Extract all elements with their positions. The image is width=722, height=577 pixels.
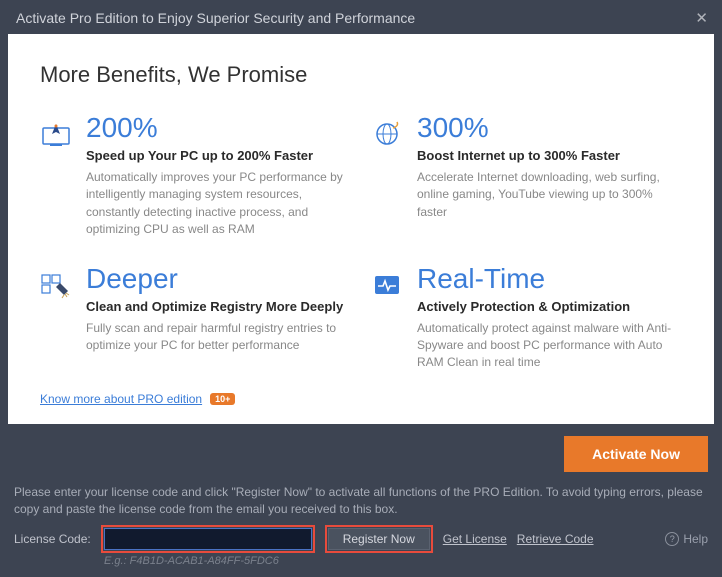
benefit-content: 200% Speed up Your PC up to 200% Faster … <box>86 114 351 239</box>
license-code-input[interactable] <box>104 528 312 550</box>
benefit-desc: Automatically improves your PC performan… <box>86 169 351 239</box>
benefit-sub: Speed up Your PC up to 200% Faster <box>86 148 351 163</box>
close-icon[interactable]: ✕ <box>695 11 708 26</box>
know-more-link[interactable]: Know more about PRO edition <box>40 392 202 406</box>
benefit-internet: 300% Boost Internet up to 300% Faster Ac… <box>371 114 682 239</box>
license-section: Please enter your license code and click… <box>0 484 722 577</box>
globe-icon <box>371 120 405 148</box>
license-label: License Code: <box>14 532 91 546</box>
benefit-desc: Fully scan and repair harmful registry e… <box>86 320 351 355</box>
benefit-sub: Actively Protection & Optimization <box>417 299 682 314</box>
help-label: Help <box>683 532 708 546</box>
get-license-link[interactable]: Get License <box>443 532 507 546</box>
license-example: E.g.: F4B1D-ACAB1-A84FF-5FDC6 <box>104 555 708 567</box>
benefit-sub: Boost Internet up to 300% Faster <box>417 148 682 163</box>
license-input-highlight <box>101 525 315 553</box>
know-more-badge: 10+ <box>210 393 235 405</box>
benefit-deeper: Deeper Clean and Optimize Registry More … <box>40 265 351 372</box>
benefit-content: Real-Time Actively Protection & Optimiza… <box>417 265 682 372</box>
title-bar: Activate Pro Edition to Enjoy Superior S… <box>0 0 722 34</box>
activate-now-button[interactable]: Activate Now <box>564 436 708 472</box>
rocket-icon <box>40 120 74 148</box>
help-icon: ? <box>665 532 679 546</box>
license-instruction: Please enter your license code and click… <box>14 484 708 518</box>
license-row: License Code: Register Now Get License R… <box>14 525 708 553</box>
window-title: Activate Pro Edition to Enjoy Superior S… <box>16 10 415 26</box>
activation-window: Activate Pro Edition to Enjoy Superior S… <box>0 0 722 558</box>
benefit-content: Deeper Clean and Optimize Registry More … <box>86 265 351 372</box>
monitor-pulse-icon <box>371 271 405 299</box>
benefits-grid: 200% Speed up Your PC up to 200% Faster … <box>40 114 682 372</box>
benefit-content: 300% Boost Internet up to 300% Faster Ac… <box>417 114 682 239</box>
registry-clean-icon <box>40 271 74 299</box>
know-more-row: Know more about PRO edition 10+ <box>40 372 682 406</box>
benefit-sub: Clean and Optimize Registry More Deeply <box>86 299 351 314</box>
help-link[interactable]: ? Help <box>665 532 708 546</box>
activate-row: Activate Now <box>0 424 722 484</box>
register-now-button[interactable]: Register Now <box>328 528 430 550</box>
benefit-stat: 300% <box>417 114 682 142</box>
benefit-stat: Real-Time <box>417 265 682 293</box>
retrieve-code-link[interactable]: Retrieve Code <box>517 532 594 546</box>
register-button-highlight: Register Now <box>325 525 433 553</box>
content-panel: More Benefits, We Promise 200% Speed up … <box>8 34 714 424</box>
benefit-stat: Deeper <box>86 265 351 293</box>
benefit-desc: Automatically protect against malware wi… <box>417 320 682 372</box>
benefit-stat: 200% <box>86 114 351 142</box>
benefit-speed: 200% Speed up Your PC up to 200% Faster … <box>40 114 351 239</box>
benefit-realtime: Real-Time Actively Protection & Optimiza… <box>371 265 682 372</box>
page-title: More Benefits, We Promise <box>40 62 682 88</box>
benefit-desc: Accelerate Internet downloading, web sur… <box>417 169 682 221</box>
